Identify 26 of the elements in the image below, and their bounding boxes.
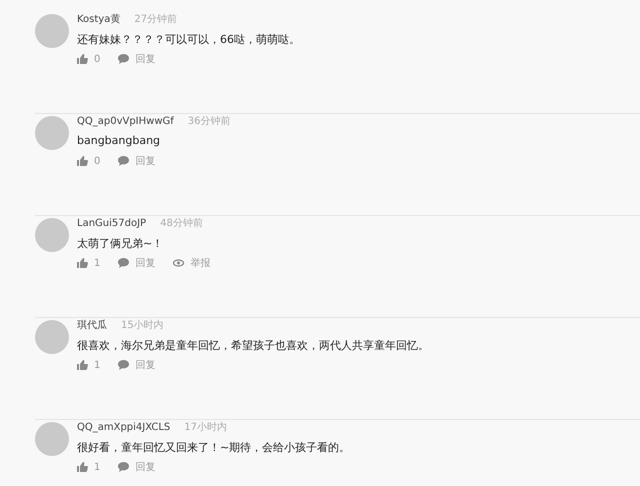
author-name: Kostya黄: [77, 12, 120, 26]
reply-button[interactable]: 回复: [118, 52, 156, 66]
like-button[interactable]: 0: [77, 156, 100, 166]
comment-text: 很好看，童年回忆又回来了！~期待，会给小孩子看的。: [77, 440, 350, 454]
author-name: QQ_amXppi4JXCLS: [77, 422, 170, 433]
like-button[interactable]: 1: [77, 258, 100, 268]
author-name: LanGui57doJP: [77, 218, 146, 229]
reply-button[interactable]: 回复: [118, 154, 156, 168]
like-button[interactable]: 0: [77, 54, 100, 64]
comment-text: bangbangbang: [77, 134, 162, 148]
like-button[interactable]: 1: [77, 360, 100, 370]
author-name: QQ_ap0vVpIHwwGf: [77, 116, 174, 127]
reply-button[interactable]: 回复: [118, 256, 156, 270]
like-button[interactable]: 1: [77, 462, 100, 472]
comment-time: 36分钟前: [188, 114, 231, 128]
comment-text: 太萌了俩兄弟~！: [77, 236, 164, 250]
comment-text: 还有妹妹？？？？可以可以，66哒，萌萌哒。: [77, 32, 300, 46]
comment-time: 27分钟前: [134, 12, 178, 26]
reply-button[interactable]: 回复: [118, 358, 156, 372]
reply-button[interactable]: 回复: [118, 460, 156, 474]
author-name: 琪代瓜: [77, 318, 107, 332]
comment-time: 17小时内: [184, 420, 228, 434]
comment-time: 15小时内: [121, 318, 164, 332]
comment-time: 48分钟前: [160, 216, 203, 230]
report-button[interactable]: 举报: [173, 256, 210, 270]
comment-text: 很喜欢，海尔兄弟是童年回忆，希望孩子也喜欢，两代人共享童年回忆。: [77, 338, 429, 352]
